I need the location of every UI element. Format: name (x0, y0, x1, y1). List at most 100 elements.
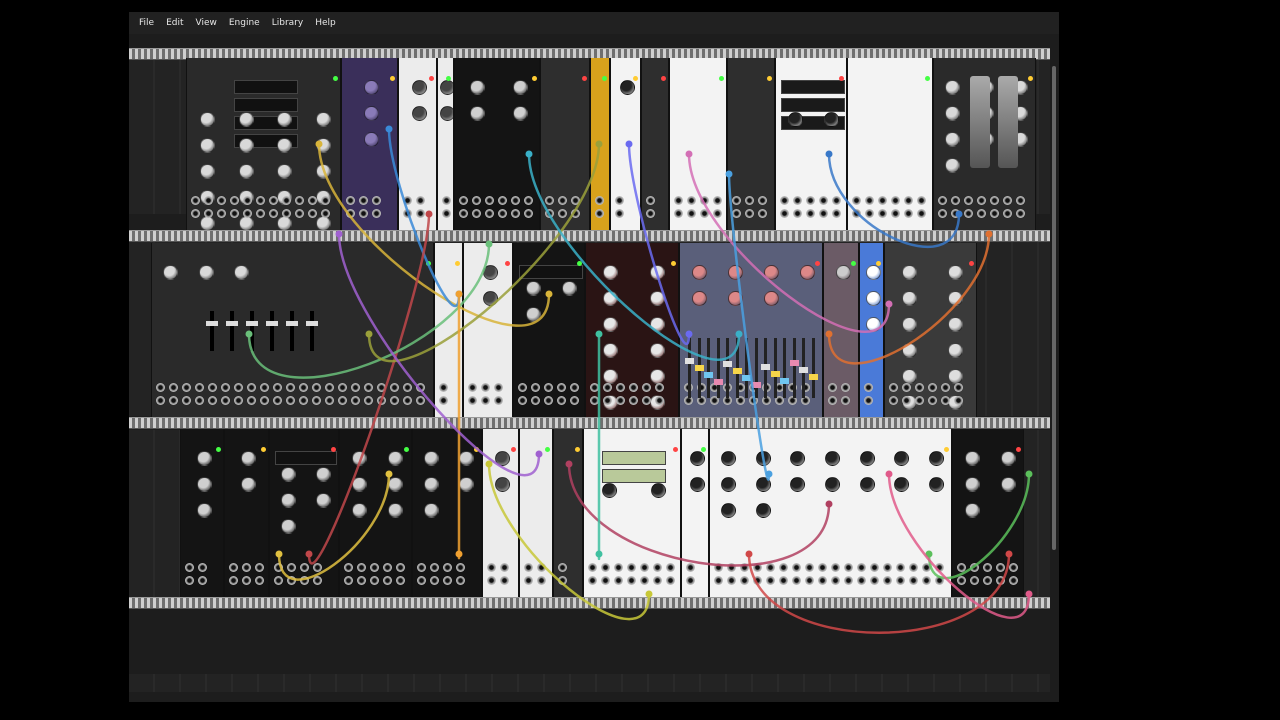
patch-jack[interactable] (229, 563, 238, 572)
patch-jack[interactable] (745, 196, 754, 205)
patch-jack[interactable] (700, 196, 709, 205)
patch-jack[interactable] (627, 563, 636, 572)
parameter-knob[interactable] (720, 451, 736, 466)
patch-jack[interactable] (396, 563, 405, 572)
patch-jack[interactable] (883, 576, 892, 585)
module-level-1[interactable] (463, 243, 513, 417)
patch-jack[interactable] (1003, 209, 1012, 218)
patch-jack[interactable] (740, 576, 749, 585)
parameter-knob[interactable] (944, 132, 960, 147)
parameter-knob[interactable] (948, 343, 964, 358)
parameter-knob[interactable] (470, 80, 485, 95)
patch-jack[interactable] (182, 396, 191, 405)
patch-jack[interactable] (524, 563, 533, 572)
patch-jack[interactable] (590, 396, 599, 405)
patch-jack[interactable] (558, 209, 567, 218)
patch-jack[interactable] (1009, 563, 1018, 572)
patch-jack[interactable] (472, 196, 481, 205)
patch-jack[interactable] (282, 209, 291, 218)
patch-jack[interactable] (390, 383, 399, 392)
parameter-knob[interactable] (424, 477, 439, 492)
patch-jack[interactable] (312, 383, 321, 392)
patch-jack[interactable] (416, 196, 425, 205)
channel-fader[interactable] (770, 338, 780, 398)
touch-strip[interactable] (970, 76, 990, 168)
patch-jack[interactable] (935, 576, 944, 585)
parameter-knob[interactable] (199, 216, 215, 230)
parameter-knob[interactable] (620, 80, 635, 95)
patch-jack[interactable] (357, 576, 366, 585)
patch-jack[interactable] (403, 209, 412, 218)
patch-jack[interactable] (274, 563, 283, 572)
parameter-knob[interactable] (364, 106, 379, 121)
patch-jack[interactable] (983, 563, 992, 572)
patch-jack[interactable] (805, 563, 814, 572)
patch-jack[interactable] (642, 396, 651, 405)
patch-jack[interactable] (390, 396, 399, 405)
module-umap[interactable] (859, 243, 884, 417)
channel-fader[interactable] (704, 338, 713, 398)
module-blank-4[interactable] (553, 429, 583, 597)
patch-jack[interactable] (359, 196, 368, 205)
parameter-knob[interactable] (901, 343, 917, 358)
patch-jack[interactable] (902, 396, 911, 405)
patch-jack[interactable] (230, 209, 239, 218)
patch-jack[interactable] (603, 383, 612, 392)
patch-jack[interactable] (819, 209, 828, 218)
patch-jack[interactable] (666, 563, 675, 572)
patch-jack[interactable] (287, 563, 296, 572)
parameter-knob[interactable] (763, 291, 779, 306)
patch-jack[interactable] (909, 576, 918, 585)
patch-jack[interactable] (230, 196, 239, 205)
parameter-knob[interactable] (459, 451, 474, 466)
module-mixer[interactable] (679, 243, 823, 417)
patch-jack[interactable] (891, 196, 900, 205)
patch-jack[interactable] (325, 383, 334, 392)
parameter-knob[interactable] (948, 317, 964, 332)
patch-jack[interactable] (915, 396, 924, 405)
patch-jack[interactable] (364, 396, 373, 405)
parameter-knob[interactable] (651, 483, 666, 498)
patch-jack[interactable] (1016, 196, 1025, 205)
patch-jack[interactable] (195, 383, 204, 392)
parameter-knob[interactable] (603, 291, 618, 306)
parameter-knob[interactable] (602, 483, 617, 498)
channel-fader[interactable] (751, 338, 761, 398)
patch-jack[interactable] (806, 209, 815, 218)
patch-jack[interactable] (217, 209, 226, 218)
patch-jack[interactable] (260, 383, 269, 392)
parameter-knob[interactable] (603, 265, 618, 280)
patch-jack[interactable] (300, 576, 309, 585)
parameter-knob[interactable] (316, 467, 331, 482)
patch-jack[interactable] (970, 576, 979, 585)
patch-jack[interactable] (282, 196, 291, 205)
patch-jack[interactable] (713, 209, 722, 218)
parameter-knob[interactable] (316, 493, 331, 508)
patch-jack[interactable] (870, 576, 879, 585)
patch-jack[interactable] (430, 576, 439, 585)
patch-jack[interactable] (312, 396, 321, 405)
patch-jack[interactable] (372, 196, 381, 205)
patch-jack[interactable] (416, 383, 425, 392)
patch-jack[interactable] (852, 209, 861, 218)
patch-jack[interactable] (260, 396, 269, 405)
patch-jack[interactable] (990, 196, 999, 205)
parameter-knob[interactable] (787, 112, 803, 127)
patch-jack[interactable] (531, 396, 540, 405)
parameter-knob[interactable] (790, 477, 806, 492)
patch-jack[interactable] (459, 209, 468, 218)
parameter-knob[interactable] (241, 451, 256, 466)
parameter-knob[interactable] (825, 451, 840, 466)
parameter-knob[interactable] (901, 317, 917, 332)
parameter-knob[interactable] (929, 451, 945, 466)
patch-jack[interactable] (344, 576, 353, 585)
channel-fader[interactable] (780, 338, 789, 398)
parameter-knob[interactable] (901, 291, 917, 306)
parameter-knob[interactable] (351, 451, 367, 466)
patch-jack[interactable] (758, 196, 767, 205)
patch-jack[interactable] (481, 396, 490, 405)
channel-slider[interactable] (306, 311, 318, 351)
patch-jack[interactable] (687, 209, 696, 218)
parameter-knob[interactable] (948, 369, 964, 384)
slider-cap[interactable] (206, 321, 218, 326)
